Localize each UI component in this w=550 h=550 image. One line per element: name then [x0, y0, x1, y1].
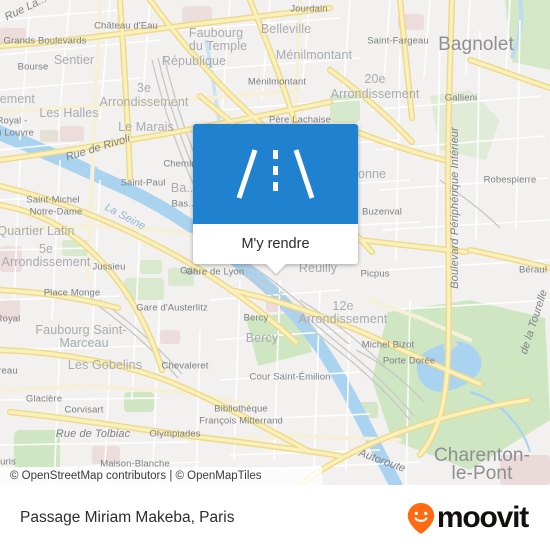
directions-button-label: M'y rendre — [241, 236, 310, 252]
map-label: ...ement — [0, 92, 35, 106]
map-label: 3e — [136, 81, 152, 95]
road-icon — [236, 149, 315, 199]
map-attribution[interactable]: © OpenStreetMap contributors | © OpenMap… — [0, 467, 322, 485]
map-label: Béraul — [518, 264, 548, 276]
card-pointer-tail — [264, 263, 287, 274]
map-label: Quartier Latin — [0, 224, 75, 238]
map-label: Royal — [0, 313, 21, 325]
moovit-wordmark: moovit — [436, 500, 529, 534]
attribution-text: © OpenStreetMap contributors | © OpenMap… — [10, 470, 262, 482]
map-label: Notre-Dame — [29, 206, 83, 218]
map-label: Belleville — [260, 22, 312, 36]
map-label: Chemin — [163, 158, 197, 170]
map-label: u Louvre — [0, 127, 34, 139]
map-label: François Mitterrand — [199, 415, 283, 427]
card-image — [193, 124, 358, 224]
map-label: Olympiades — [149, 428, 201, 440]
map-label: Château d'Eau — [94, 20, 158, 32]
map-label: Faubourg Saint- — [35, 323, 127, 337]
directions-button[interactable]: M'y rendre — [193, 224, 358, 264]
map-label: La Seine — [102, 201, 148, 233]
moovit-logo[interactable]: moovit — [406, 500, 529, 535]
map-label: République — [161, 54, 227, 68]
map-label: Gallieni — [444, 92, 478, 104]
map-label: Gare d'Austerlitz — [136, 302, 208, 314]
map-label: Saint-Fargeau — [367, 35, 429, 47]
footer-bar: Passage Miriam Makeba, Paris moovit — [0, 485, 550, 550]
map-label: de la Tourelle — [517, 288, 550, 356]
map-label: Royal - — [0, 115, 28, 127]
map-label: Autoroute — [357, 447, 407, 475]
map-label: Arrondissement — [330, 87, 420, 101]
map-label: Buzenval — [362, 206, 402, 218]
moovit-pin-smiley-icon — [407, 502, 435, 534]
map-label: Jussieu — [92, 261, 126, 273]
map-label: Bercy — [243, 312, 269, 324]
map-label: du Temple — [188, 39, 248, 53]
map-label: 12e — [332, 299, 354, 313]
map-label: Glacière — [25, 393, 63, 405]
map-label: Ménilmontant — [275, 48, 353, 62]
map-label: Les Halles — [39, 106, 99, 120]
map-label: Marceau — [59, 336, 109, 350]
map-label: Picpus — [360, 268, 390, 280]
map-label: Les Gobelins — [67, 358, 143, 372]
map-label: Rue de Tolbiac — [55, 428, 131, 440]
moovit-map-screen: Rue La... Château d'Eau Jourdain Belleville… — [0, 0, 550, 550]
map-label: Rue La... — [2, 0, 50, 24]
map-label: Rue de Rivoli — [64, 132, 132, 164]
map-label: Porte Dorée — [382, 355, 436, 367]
map-label: Place Monge — [43, 287, 101, 299]
map-label: Ménilmontant — [247, 76, 307, 88]
map-label: onne — [357, 167, 387, 181]
map-label: Arrondissement — [1, 255, 91, 269]
map-label: Saint-Paul — [120, 177, 166, 189]
map-label: uris — [0, 456, 16, 468]
location-popup-card[interactable]: M'y rendre — [193, 124, 358, 274]
map-label: 5e — [38, 242, 54, 256]
map-label: Jourdain — [290, 3, 328, 15]
map-label: Sentier — [53, 53, 95, 67]
map-label: Arrondissement — [99, 95, 189, 109]
map-label: Robespierre — [483, 174, 537, 186]
map-label: Boulevard Périphérique Intérieur — [449, 127, 461, 289]
map-label: Bercy — [245, 331, 279, 345]
map-label: Gare de Lyon — [185, 266, 245, 278]
map-label: Bagnolet — [438, 34, 514, 55]
map-canvas[interactable]: Rue La... Château d'Eau Jourdain Belleville… — [0, 0, 550, 485]
map-label: 20e — [364, 72, 386, 86]
map-label: Bibliothèque — [214, 403, 268, 415]
map-label: Michel Bizot — [361, 339, 415, 351]
map-label: Cour Saint-Émilion — [249, 371, 331, 383]
location-title: Passage Miriam Makeba, Paris — [20, 508, 235, 526]
map-label: Faubourg — [188, 26, 244, 40]
map-label: le-Pont — [451, 463, 513, 484]
map-label: Corvisart — [64, 404, 104, 416]
map-label: Bourse — [17, 61, 49, 73]
map-label: Saint-Michel — [26, 194, 80, 206]
map-label: Chevaleret — [161, 360, 209, 372]
map-label: Grands Boulevards — [3, 35, 87, 47]
map-label: Arrondissement — [298, 312, 388, 326]
map-label: reau — [0, 365, 18, 377]
